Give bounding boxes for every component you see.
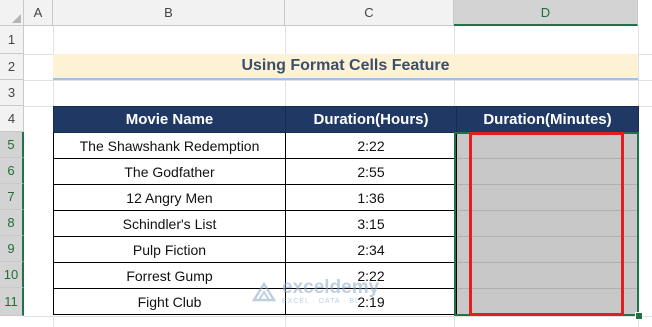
column-header-b[interactable]: B bbox=[53, 0, 285, 26]
table-row: Pulp Fiction 2:34 bbox=[53, 236, 639, 263]
table-row: The Shawshank Redemption 2:22 bbox=[53, 132, 639, 159]
duration-hours-cell[interactable]: 2:22 bbox=[285, 132, 457, 159]
spreadsheet: A B C D 1 2 3 4 5 6 7 8 9 10 11 Using Fo… bbox=[0, 0, 652, 327]
fill-handle[interactable] bbox=[635, 312, 643, 320]
select-all-icon bbox=[12, 14, 21, 23]
title-cell[interactable]: Using Format Cells Feature bbox=[53, 54, 638, 80]
row-header-10[interactable]: 10 bbox=[0, 262, 24, 288]
row-header-7[interactable]: 7 bbox=[0, 184, 24, 210]
movie-name-cell[interactable]: The Godfather bbox=[53, 158, 286, 185]
movie-name-cell[interactable]: The Shawshank Redemption bbox=[53, 132, 286, 159]
duration-minutes-cell[interactable] bbox=[456, 158, 639, 185]
row-header-4[interactable]: 4 bbox=[0, 106, 24, 132]
table-row: Forrest Gump 2:22 bbox=[53, 262, 639, 289]
duration-minutes-cell[interactable] bbox=[456, 288, 639, 315]
row-header-8[interactable]: 8 bbox=[0, 210, 24, 236]
duration-hours-cell[interactable]: 2:34 bbox=[285, 236, 457, 263]
header-duration-minutes[interactable]: Duration(Minutes) bbox=[456, 106, 639, 133]
column-header-a[interactable]: A bbox=[24, 0, 53, 26]
row-header-2[interactable]: 2 bbox=[0, 54, 24, 80]
duration-minutes-cell[interactable] bbox=[456, 210, 639, 237]
duration-hours-cell[interactable]: 2:19 bbox=[285, 288, 457, 315]
page-title: Using Format Cells Feature bbox=[241, 57, 450, 74]
movie-name-cell[interactable]: Forrest Gump bbox=[53, 262, 286, 289]
duration-hours-cell[interactable]: 2:55 bbox=[285, 158, 457, 185]
column-header-c[interactable]: C bbox=[285, 0, 454, 26]
duration-minutes-cell[interactable] bbox=[456, 262, 639, 289]
header-movie-name[interactable]: Movie Name bbox=[53, 106, 286, 133]
select-all-button[interactable] bbox=[0, 0, 24, 26]
duration-minutes-cell[interactable] bbox=[456, 236, 639, 263]
movie-name-cell[interactable]: Schindler's List bbox=[53, 210, 286, 237]
header-duration-hours[interactable]: Duration(Hours) bbox=[285, 106, 457, 133]
table-row: Fight Club 2:19 bbox=[53, 288, 639, 315]
movie-name-cell[interactable]: 12 Angry Men bbox=[53, 184, 286, 211]
column-header-d[interactable]: D bbox=[454, 0, 638, 26]
row-header-6[interactable]: 6 bbox=[0, 158, 24, 184]
row-header-5[interactable]: 5 bbox=[0, 132, 24, 158]
gridline bbox=[24, 80, 652, 81]
row-header-9[interactable]: 9 bbox=[0, 236, 24, 262]
duration-hours-cell[interactable]: 2:22 bbox=[285, 262, 457, 289]
movie-name-cell[interactable]: Fight Club bbox=[53, 288, 286, 315]
row-header-3[interactable]: 3 bbox=[0, 80, 24, 106]
table-row: Schindler's List 3:15 bbox=[53, 210, 639, 237]
duration-hours-cell[interactable]: 3:15 bbox=[285, 210, 457, 237]
movie-table: Movie Name Duration(Hours) Duration(Minu… bbox=[53, 106, 639, 315]
table-row: 12 Angry Men 1:36 bbox=[53, 184, 639, 211]
duration-hours-cell[interactable]: 1:36 bbox=[285, 184, 457, 211]
table-row: The Godfather 2:55 bbox=[53, 158, 639, 185]
duration-minutes-cell[interactable] bbox=[456, 132, 639, 159]
movie-name-cell[interactable]: Pulp Fiction bbox=[53, 236, 286, 263]
row-header-1[interactable]: 1 bbox=[0, 26, 24, 54]
row-header-11[interactable]: 11 bbox=[0, 288, 24, 316]
duration-minutes-cell[interactable] bbox=[456, 184, 639, 211]
gridline bbox=[24, 316, 652, 317]
